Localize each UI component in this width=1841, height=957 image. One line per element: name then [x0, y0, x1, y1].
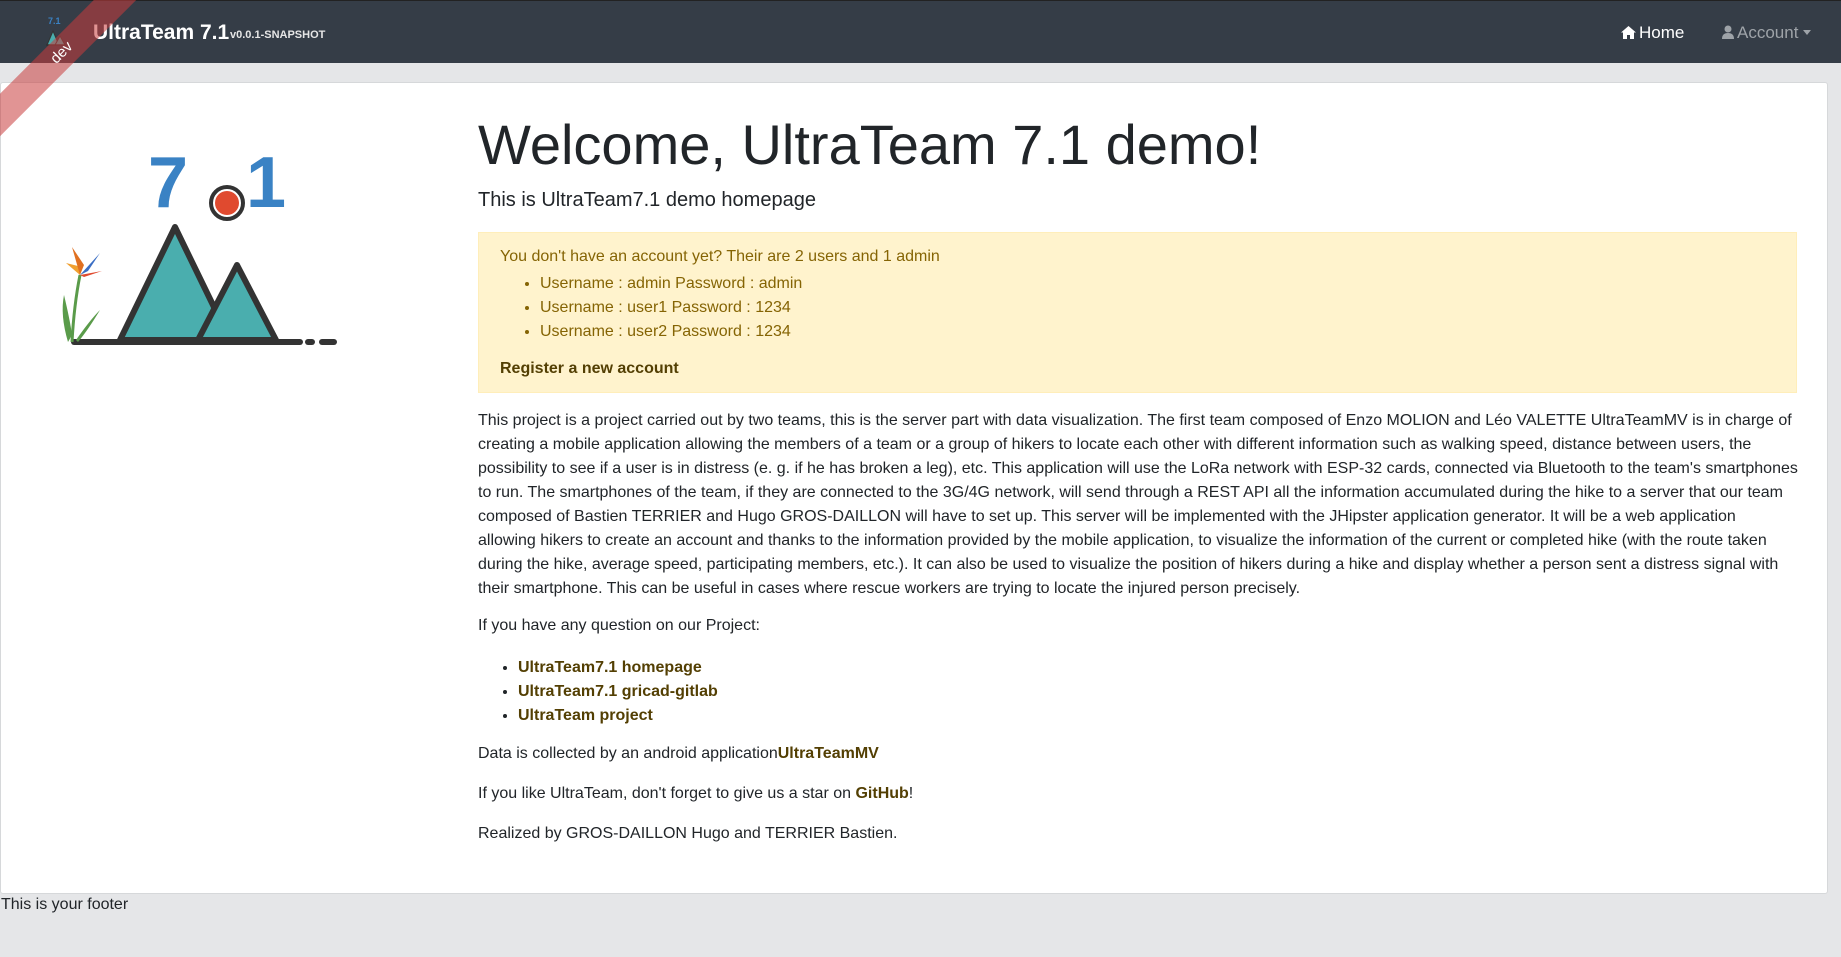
list-item: UltraTeam7.1 gricad-gitlab [518, 680, 718, 704]
list-item: Username : user1 Password : 1234 [540, 296, 802, 320]
list-item: UltraTeam project [518, 704, 718, 728]
logo-digit-left: 7 [148, 143, 188, 223]
project-link[interactable]: UltraTeam project [518, 707, 653, 724]
credits-text: Realized by GROS-DAILLON Hugo and TERRIE… [478, 825, 898, 842]
alert-intro: You don't have an account yet? Their are… [500, 248, 940, 265]
brand-version: v0.0.1-SNAPSHOT [230, 29, 326, 41]
github-suffix: ! [908, 785, 914, 802]
question-text: If you have any question on our Project: [478, 617, 760, 634]
list-item: Username : user2 Password : 1234 [540, 320, 802, 344]
brand-title[interactable]: UltraTeam 7.1 [93, 21, 229, 45]
page-title: Welcome, UltraTeam 7.1 demo! [478, 113, 1262, 176]
brand-logo-icon[interactable]: 7.1 [44, 15, 70, 49]
nav-home-link[interactable]: Home [1621, 23, 1684, 43]
gitlab-link[interactable]: UltraTeam7.1 gricad-gitlab [518, 683, 718, 700]
project-links: UltraTeam7.1 homepage UltraTeam7.1 grica… [478, 656, 718, 728]
ultrateammv-link[interactable]: UltraTeamMV [778, 745, 879, 762]
homepage-link[interactable]: UltraTeam7.1 homepage [518, 659, 702, 676]
navbar: 7.1 UltraTeam 7.1 v0.0.1-SNAPSHOT Home A… [0, 0, 1841, 63]
list-item: Username : admin Password : admin [540, 272, 802, 296]
page-subtitle: This is UltraTeam7.1 demo homepage [478, 189, 816, 211]
github-text: If you like UltraTeam, don't forget to g… [478, 785, 913, 803]
nav-account-dropdown[interactable]: Account [1722, 23, 1812, 43]
android-text: Data is collected by an android applicat… [478, 745, 879, 763]
android-label: Data is collected by an android applicat… [478, 745, 778, 762]
register-link[interactable]: Register a new account [500, 360, 679, 378]
user-icon [1722, 25, 1734, 39]
accounts-list: Username : admin Password : admin Userna… [500, 272, 802, 344]
home-icon [1621, 26, 1636, 39]
github-link[interactable]: GitHub [855, 785, 908, 802]
footer: This is your footer [1, 896, 129, 913]
accounts-alert: You don't have an account yet? Their are… [478, 232, 1797, 393]
github-prefix: If you like UltraTeam, don't forget to g… [478, 785, 856, 802]
project-description: This project is a project carried out by… [478, 412, 1798, 597]
list-item: UltraTeam7.1 homepage [518, 656, 718, 680]
nav-account-label: Account [1737, 23, 1799, 42]
chevron-down-icon [1803, 30, 1812, 35]
nav-home-label: Home [1639, 23, 1685, 42]
brand-logo-text: 7.1 [48, 16, 61, 26]
logo-digit-right: 1 [246, 143, 286, 223]
hero-logo-image: 7 1 [62, 143, 337, 345]
